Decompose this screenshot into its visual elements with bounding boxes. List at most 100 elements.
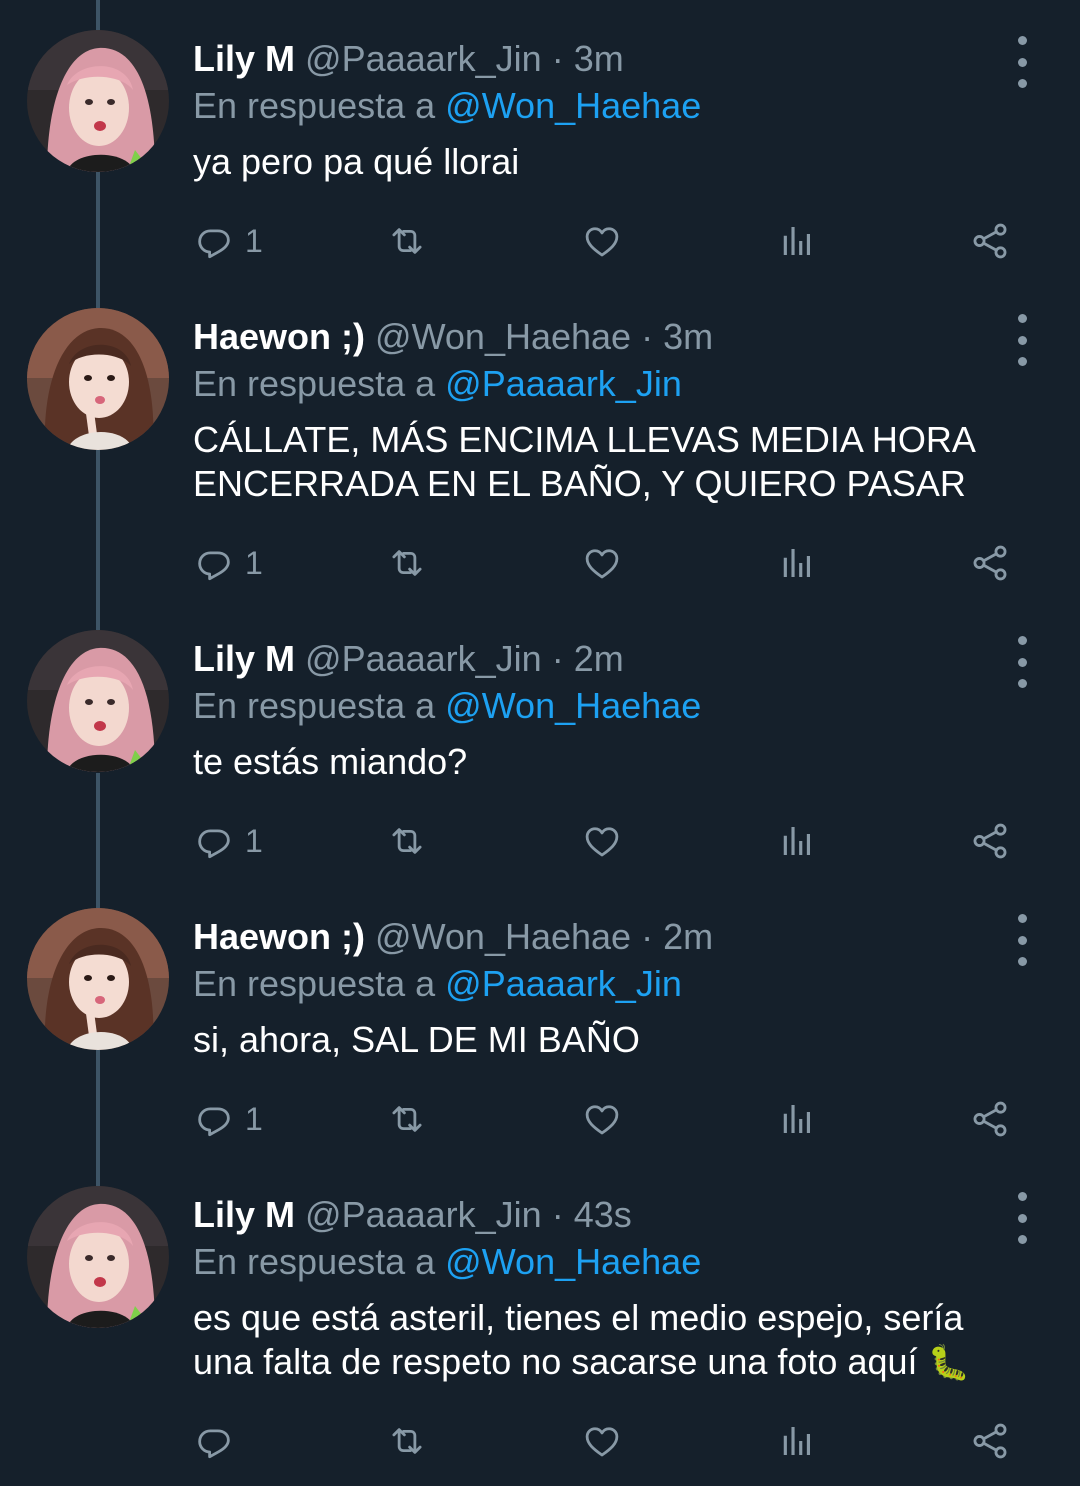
tweet-header: Lily M @Paaaark_Jin · 2m [193, 634, 624, 684]
tweet-text: si, ahora, SAL DE MI BAÑO [193, 1018, 1043, 1062]
reply-count: 1 [245, 822, 263, 859]
retweet-icon [386, 220, 428, 262]
brown-hair-avatar-icon [27, 308, 169, 450]
tweet-text-line: ENCERRADA EN EL BAÑO, Y QUIERO PASAR [193, 463, 966, 504]
action-bar: 1 [0, 216, 1080, 266]
timestamp[interactable]: 3m [574, 38, 624, 79]
more-options-button[interactable] [1004, 914, 1040, 966]
more-options-button[interactable] [1004, 636, 1040, 688]
share-icon [969, 820, 1011, 862]
more-options-button[interactable] [1004, 36, 1040, 88]
retweet-button[interactable] [386, 1416, 428, 1466]
more-options-button[interactable] [1004, 1192, 1040, 1244]
tweet-text: CÁLLATE, MÁS ENCIMA LLEVAS MEDIA HORA EN… [193, 418, 1043, 506]
tweet-text-line: te estás miando? [193, 741, 468, 782]
tweet-text-line: es que está asteril, tienes el medio esp… [193, 1297, 964, 1338]
user-handle[interactable]: @Paaaark_Jin [305, 38, 542, 79]
avatar[interactable] [27, 30, 169, 172]
tweet-header: Haewon ;) @Won_Haehae · 3m [193, 312, 713, 362]
display-name[interactable]: Lily M [193, 638, 295, 679]
user-handle[interactable]: @Paaaark_Jin [305, 1194, 542, 1235]
action-bar: 1 [0, 538, 1080, 588]
tweet-text-line: ya pero pa qué llorai [193, 141, 520, 182]
analytics-button[interactable] [775, 1094, 817, 1144]
tweet-text-line: si, ahora, SAL DE MI BAÑO [193, 1019, 640, 1060]
user-handle[interactable]: @Won_Haehae [375, 916, 631, 957]
pink-hair-avatar-icon [27, 630, 169, 772]
share-button[interactable] [969, 1416, 1011, 1466]
mention-link[interactable]: @Won_Haehae [445, 1241, 701, 1282]
pink-hair-avatar-icon [27, 1186, 169, 1328]
thread-line [96, 0, 100, 32]
reply-icon [193, 542, 235, 584]
action-bar [0, 1416, 1080, 1466]
reply-button[interactable]: 1 [193, 538, 263, 588]
mention-link[interactable]: @Won_Haehae [445, 685, 701, 726]
reply-button[interactable] [193, 1416, 245, 1466]
tweet-text: te estás miando? [193, 740, 1043, 784]
analytics-button[interactable] [775, 816, 817, 866]
reply-context: En respuesta a @Won_Haehae [193, 682, 701, 730]
retweet-button[interactable] [386, 1094, 428, 1144]
separator: · [551, 1194, 564, 1235]
avatar[interactable] [27, 308, 169, 450]
share-button[interactable] [969, 216, 1011, 266]
like-icon [581, 1098, 623, 1140]
analytics-button[interactable] [775, 216, 817, 266]
retweet-button[interactable] [386, 216, 428, 266]
reply-count: 1 [245, 1100, 263, 1137]
like-button[interactable] [581, 1416, 623, 1466]
timestamp[interactable]: 3m [663, 316, 713, 357]
display-name[interactable]: Haewon ;) [193, 316, 365, 357]
reply-button[interactable]: 1 [193, 816, 263, 866]
user-handle[interactable]: @Won_Haehae [375, 316, 631, 357]
avatar[interactable] [27, 630, 169, 772]
like-icon [581, 542, 623, 584]
tweet-text-line: una falta de respeto no sacarse una foto… [193, 1341, 918, 1382]
retweet-icon [386, 820, 428, 862]
display-name[interactable]: Lily M [193, 38, 295, 79]
action-bar: 1 [0, 816, 1080, 866]
retweet-button[interactable] [386, 538, 428, 588]
like-button[interactable] [581, 216, 623, 266]
reply-prefix: En respuesta a [193, 85, 436, 126]
timestamp[interactable]: 43s [574, 1194, 632, 1235]
share-button[interactable] [969, 816, 1011, 866]
like-icon [581, 820, 623, 862]
mention-link[interactable]: @Paaaark_Jin [445, 963, 682, 1004]
reply-button[interactable]: 1 [193, 1094, 263, 1144]
share-icon [969, 1098, 1011, 1140]
more-options-button[interactable] [1004, 314, 1040, 366]
tweet-text: es que está asteril, tienes el medio esp… [193, 1296, 1043, 1385]
retweet-icon [386, 542, 428, 584]
reply-icon [193, 220, 235, 262]
avatar[interactable] [27, 1186, 169, 1328]
mention-link[interactable]: @Paaaark_Jin [445, 363, 682, 404]
timestamp[interactable]: 2m [663, 916, 713, 957]
tweet-header: Lily M @Paaaark_Jin · 43s [193, 1190, 632, 1240]
reply-button[interactable]: 1 [193, 216, 263, 266]
like-button[interactable] [581, 1094, 623, 1144]
share-button[interactable] [969, 538, 1011, 588]
share-button[interactable] [969, 1094, 1011, 1144]
tweet-header: Haewon ;) @Won_Haehae · 2m [193, 912, 713, 962]
timestamp[interactable]: 2m [574, 638, 624, 679]
like-button[interactable] [581, 816, 623, 866]
avatar[interactable] [27, 908, 169, 1050]
retweet-button[interactable] [386, 816, 428, 866]
like-button[interactable] [581, 538, 623, 588]
user-handle[interactable]: @Paaaark_Jin [305, 638, 542, 679]
analytics-button[interactable] [775, 538, 817, 588]
share-icon [969, 220, 1011, 262]
analytics-button[interactable] [775, 1416, 817, 1466]
display-name[interactable]: Lily M [193, 1194, 295, 1235]
reply-icon [193, 1098, 235, 1140]
analytics-icon [775, 542, 817, 584]
mention-link[interactable]: @Won_Haehae [445, 85, 701, 126]
tweet-text: ya pero pa qué llorai [193, 140, 1043, 184]
reply-context: En respuesta a @Won_Haehae [193, 1238, 701, 1286]
separator: · [641, 916, 654, 957]
reply-prefix: En respuesta a [193, 1241, 436, 1282]
retweet-icon [386, 1420, 428, 1462]
display-name[interactable]: Haewon ;) [193, 916, 365, 957]
